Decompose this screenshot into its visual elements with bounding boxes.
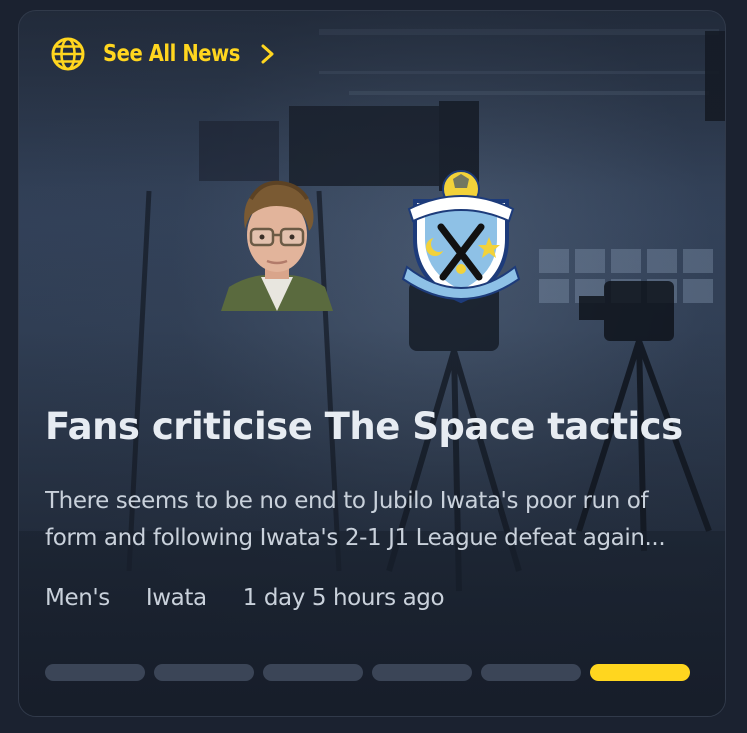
pagination-dot[interactable]: [263, 664, 363, 681]
see-all-news-label[interactable]: See All News: [103, 41, 240, 67]
pagination-dot[interactable]: [154, 664, 254, 681]
tag-category: Men's: [45, 585, 110, 611]
see-all-news-link[interactable]: See All News: [51, 37, 276, 71]
pagination-dot[interactable]: [481, 664, 581, 681]
manager-portrait: [221, 180, 333, 311]
pagination-dot[interactable]: [45, 664, 145, 681]
news-card[interactable]: See All News Fans criticise The Space ta…: [18, 10, 726, 717]
globe-icon: [51, 37, 85, 71]
timestamp: 1 day 5 hours ago: [242, 585, 445, 611]
pagination-dot-active[interactable]: [590, 664, 690, 681]
pagination-dots: [45, 664, 690, 681]
chevron-right-icon: [261, 44, 274, 64]
jubilo-iwata-crest: [401, 170, 521, 304]
article-title[interactable]: Fans criticise The Space tactics: [45, 405, 715, 448]
article-meta: Men's Iwata 1 day 5 hours ago: [45, 585, 445, 611]
article-summary: There seems to be no end to Jubilo Iwata…: [45, 483, 705, 557]
article-summary-line: form and following Iwata's 2-1 J1 League…: [45, 525, 666, 551]
article-summary-line: There seems to be no end to Jubilo Iwata…: [45, 488, 649, 514]
pagination-dot[interactable]: [372, 664, 472, 681]
tag-club: Iwata: [145, 585, 207, 611]
